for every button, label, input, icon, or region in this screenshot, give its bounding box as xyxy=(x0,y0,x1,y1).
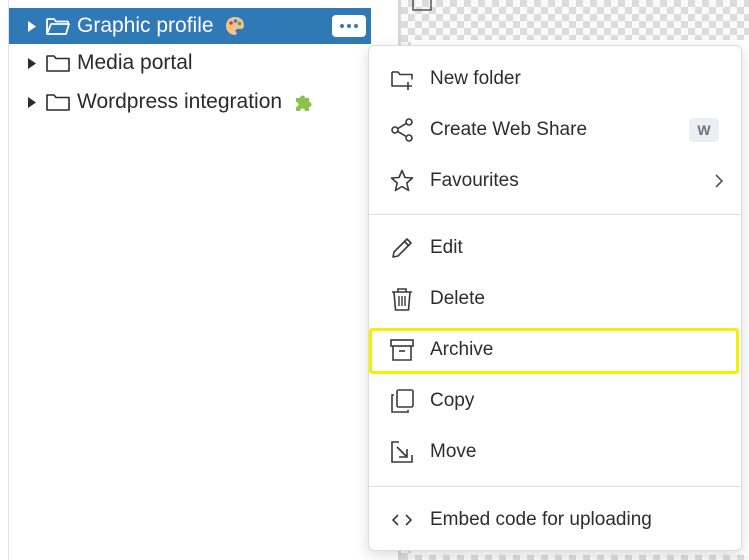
menu-item-archive[interactable]: Archive xyxy=(369,328,741,372)
move-icon xyxy=(391,441,413,463)
menu-divider xyxy=(369,214,741,215)
code-icon xyxy=(392,514,412,526)
menu-divider xyxy=(369,486,741,487)
trash-icon xyxy=(392,288,412,311)
menu-item-new-folder[interactable]: New folder xyxy=(369,57,741,101)
menu-item-label: Create Web Share xyxy=(430,119,588,140)
menu-item-label: Favourites xyxy=(430,170,519,191)
menu-item-embed-code[interactable]: Embed code for uploading xyxy=(369,498,741,542)
menu-item-edit[interactable]: Edit xyxy=(369,226,741,270)
menu-item-copy[interactable]: Copy xyxy=(369,379,741,423)
context-menu: New folder Create Web Share W Favourites… xyxy=(368,45,742,551)
archive-box-icon xyxy=(390,339,414,361)
menu-item-move[interactable]: Move xyxy=(369,430,741,474)
expand-caret-icon[interactable] xyxy=(28,96,38,108)
more-options-button[interactable] xyxy=(332,15,366,37)
pencil-icon xyxy=(392,238,412,258)
star-icon xyxy=(390,169,414,192)
menu-item-favourites[interactable]: Favourites xyxy=(369,159,741,203)
folder-icon xyxy=(46,94,70,111)
menu-item-label: New folder xyxy=(430,68,521,89)
share-icon xyxy=(391,118,413,142)
tree-item-label: Media portal xyxy=(77,51,193,74)
menu-item-delete[interactable]: Delete xyxy=(369,277,741,321)
copy-icon xyxy=(391,389,414,413)
artist-palette-icon xyxy=(225,17,244,35)
menu-item-label: Copy xyxy=(430,390,475,411)
tree-item-label: Graphic profile xyxy=(77,14,214,37)
keyboard-shortcut-badge: W xyxy=(689,118,719,142)
tree-item-graphic-profile[interactable]: Graphic profile xyxy=(9,8,371,44)
dot xyxy=(354,24,358,28)
expand-caret-icon[interactable] xyxy=(28,57,38,69)
menu-item-label: Embed code for uploading xyxy=(430,509,652,530)
menu-item-create-web-share[interactable]: Create Web Share W xyxy=(369,108,741,152)
folder-open-icon xyxy=(46,18,70,35)
tree-item-label: Wordpress integration xyxy=(77,90,283,113)
puzzle-piece-icon xyxy=(296,95,312,111)
folder-icon xyxy=(412,0,432,11)
new-folder-icon xyxy=(391,71,413,90)
expand-caret-icon[interactable] xyxy=(28,20,38,32)
dot xyxy=(340,24,344,28)
menu-item-label: Delete xyxy=(430,288,485,309)
folder-tree: Graphic profile Media portal Wordpress i… xyxy=(8,0,398,560)
dot xyxy=(347,24,351,28)
menu-item-label: Edit xyxy=(430,237,463,258)
tree-item-media-portal[interactable]: Media portal xyxy=(9,45,371,81)
folder-icon xyxy=(46,55,70,72)
menu-item-label: Archive xyxy=(430,339,494,360)
menu-item-label: Move xyxy=(430,441,477,462)
chevron-right-icon xyxy=(715,174,724,188)
tree-item-wordpress-integration[interactable]: Wordpress integration xyxy=(9,84,371,120)
